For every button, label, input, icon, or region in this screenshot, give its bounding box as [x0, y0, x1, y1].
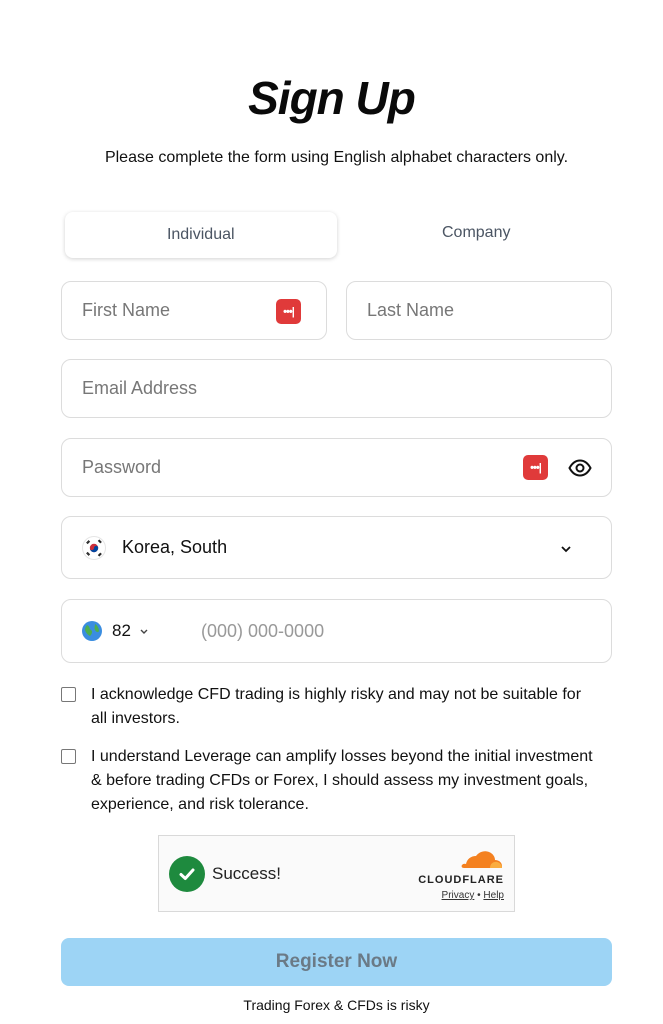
check-icon [169, 855, 205, 892]
tab-individual[interactable]: Individual [65, 212, 337, 258]
page-subtitle: Please complete the form using English a… [104, 149, 569, 166]
show-password-icon[interactable] [568, 456, 592, 480]
last-name-placeholder: Last Name [367, 300, 455, 320]
email-field[interactable]: Email Address [61, 359, 612, 418]
privacy-link[interactable]: Privacy [442, 890, 475, 901]
help-link[interactable]: Help [483, 890, 504, 901]
link-separator: • [477, 890, 481, 901]
phone-country-code[interactable]: 82 [112, 621, 131, 641]
account-type-tabs: Individual Company [61, 210, 612, 260]
country-select[interactable]: Korea, South [61, 516, 612, 579]
email-placeholder: Email Address [82, 378, 198, 398]
cloudflare-logo-icon [461, 851, 502, 868]
chevron-down-icon[interactable] [139, 626, 149, 636]
cfd-risk-label: I acknowledge CFD trading is highly risk… [91, 686, 582, 727]
leverage-acknowledgement: I understand Leverage can amplify losses… [61, 745, 601, 817]
first-name-field[interactable]: First Name •••| [61, 281, 327, 340]
cloudflare-links: Privacy • Help [412, 890, 504, 901]
globe-icon[interactable] [81, 620, 103, 642]
password-manager-icon[interactable]: •••| [276, 299, 301, 324]
captcha-status: Success! [212, 863, 281, 883]
country-value: Korea, South [122, 537, 228, 557]
cfd-risk-acknowledgement: I acknowledge CFD trading is highly risk… [61, 683, 601, 731]
first-name-placeholder: First Name [82, 300, 171, 320]
captcha-widget[interactable]: Success! CLOUDFLARE Privacy • Help [158, 835, 515, 912]
cloudflare-wordmark: CLOUDFLARE [418, 874, 504, 886]
password-manager-icon[interactable]: •••| [523, 455, 548, 480]
password-placeholder: Password [82, 457, 162, 477]
cloudflare-branding: CLOUDFLARE Privacy • Help [412, 848, 504, 901]
cfd-risk-checkbox[interactable] [61, 687, 76, 702]
phone-field[interactable]: 82 (000) 000-0000 [61, 599, 612, 663]
chevron-down-icon[interactable] [559, 542, 573, 556]
register-button[interactable]: Register Now [61, 938, 612, 986]
phone-placeholder: (000) 000-0000 [201, 620, 325, 641]
last-name-field[interactable]: Last Name [346, 281, 612, 340]
leverage-label: I understand Leverage can amplify losses… [91, 748, 593, 813]
tab-company[interactable]: Company [341, 210, 613, 256]
page-title: Sign Up [248, 72, 416, 124]
leverage-checkbox[interactable] [61, 749, 76, 764]
risk-footer-text: Trading Forex & CFDs is risky [243, 997, 430, 1013]
password-field[interactable]: Password •••| [61, 438, 612, 497]
korea-flag-icon [82, 535, 106, 560]
